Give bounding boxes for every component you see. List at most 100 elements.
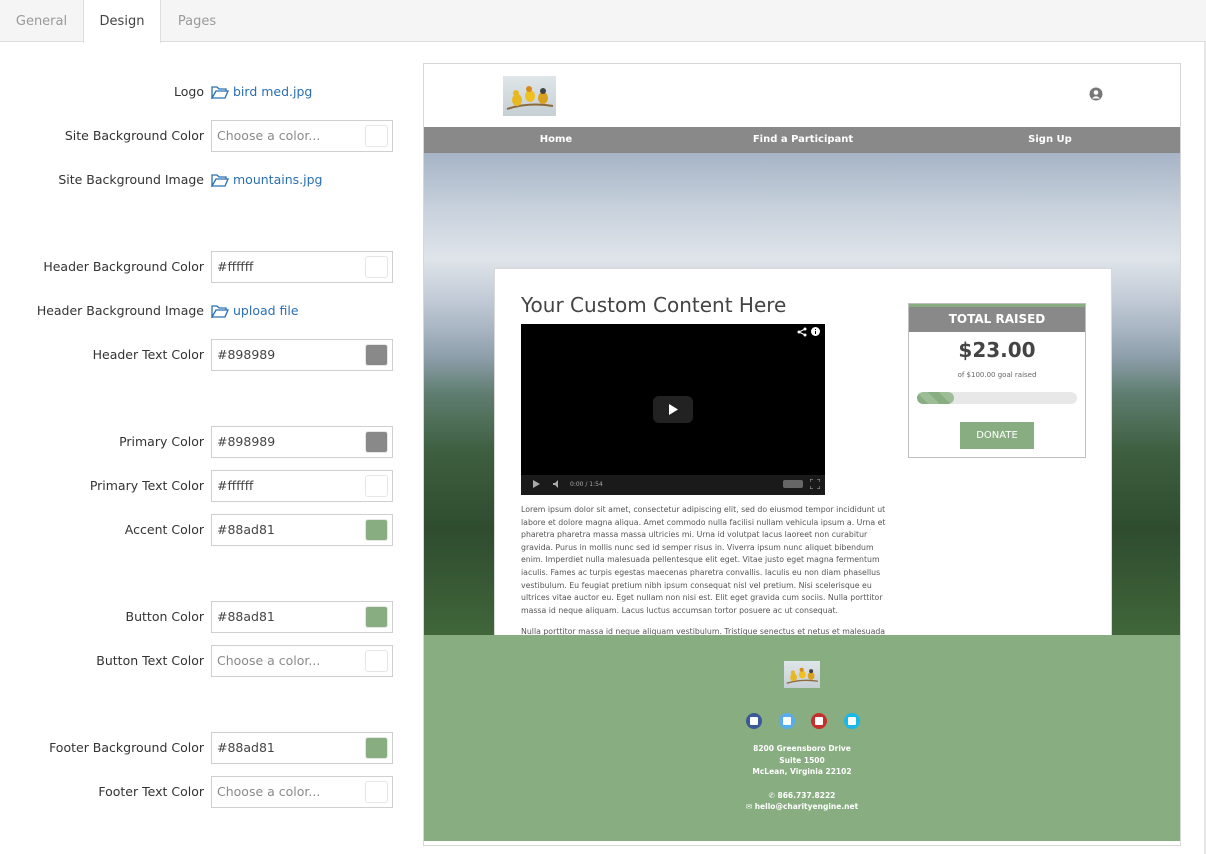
footer-email[interactable]: ✉ hello@charityengine.net	[424, 802, 1180, 811]
footer-address-line-2: Suite 1500	[779, 756, 825, 765]
tab-design[interactable]: Design	[83, 0, 161, 43]
vimeo-icon[interactable]	[844, 713, 860, 729]
user-account-icon[interactable]	[1089, 87, 1103, 101]
preview-header	[424, 64, 1180, 127]
donate-button[interactable]: DONATE	[960, 422, 1034, 449]
video-play-button[interactable]	[653, 396, 693, 423]
tab-general[interactable]: General	[0, 0, 83, 42]
folder-open-icon	[210, 86, 229, 101]
footer-text-color-label: Footer Text Color	[98, 784, 204, 799]
preview-footer: 8200 Greensboro Drive Suite 1500 McLean,…	[424, 635, 1180, 841]
header-text-color-label: Header Text Color	[92, 347, 204, 362]
footer-text-color-input[interactable]: Choose a color...	[211, 776, 393, 808]
logo-file-name[interactable]: bird med.jpg	[233, 84, 312, 99]
button-text-color-label: Button Text Color	[96, 653, 204, 668]
footer-logo	[784, 661, 820, 688]
accent-color-label: Accent Color	[124, 522, 204, 537]
footer-email-address[interactable]: hello@charityengine.net	[755, 802, 858, 811]
site-bg-color-label: Site Background Color	[64, 128, 204, 143]
share-icon[interactable]	[797, 327, 807, 337]
site-preview: Home Find a Participant Sign Up Your Cus…	[423, 63, 1181, 846]
header-text-color-swatch[interactable]	[365, 344, 388, 366]
primary-color-label: Primary Color	[119, 434, 204, 449]
upload-file-link[interactable]: upload file	[233, 303, 299, 318]
footer-text-color-swatch[interactable]	[365, 781, 388, 803]
button-color-label: Button Color	[125, 609, 204, 624]
button-text-color-swatch[interactable]	[365, 650, 388, 672]
primary-text-color-input[interactable]: #ffffff	[211, 470, 393, 502]
volume-icon[interactable]	[553, 480, 562, 488]
primary-color-swatch[interactable]	[365, 431, 388, 453]
button-color-input[interactable]: #88ad81	[211, 601, 393, 633]
preview-logo	[503, 76, 556, 116]
footer-bg-color-swatch[interactable]	[365, 737, 388, 759]
youtube-logo-icon[interactable]	[783, 480, 803, 488]
folder-open-icon	[210, 174, 229, 189]
preview-nav-sign-up[interactable]: Sign Up	[1028, 127, 1072, 153]
header-bg-color-input[interactable]: #ffffff	[211, 251, 393, 283]
tab-bar: General Design Pages	[0, 0, 1206, 43]
youtube-icon[interactable]	[811, 713, 827, 729]
button-text-color-placeholder: Choose a color...	[217, 653, 321, 668]
primary-text-color-value: #ffffff	[217, 478, 254, 493]
total-raised-widget: TOTAL RAISED $23.00 of $100.00 goal rais…	[908, 303, 1086, 458]
accent-color-input[interactable]: #88ad81	[211, 514, 393, 546]
raised-goal: of $100.00 goal raised	[957, 371, 1037, 379]
accent-color-value: #88ad81	[217, 522, 275, 537]
facebook-icon[interactable]	[746, 713, 762, 729]
primary-color-value: #898989	[217, 434, 276, 449]
logo-file-link[interactable]: bird med.jpg	[210, 76, 312, 108]
footer-bg-color-label: Footer Background Color	[49, 740, 204, 755]
header-text-color-input[interactable]: #898989	[211, 339, 393, 371]
header-bg-image-upload[interactable]: upload file	[210, 295, 299, 327]
video-time: 0:00 / 1:54	[570, 481, 603, 488]
fullscreen-icon[interactable]	[810, 479, 820, 489]
site-bg-image-name[interactable]: mountains.jpg	[233, 172, 322, 187]
button-text-color-input[interactable]: Choose a color...	[211, 645, 393, 677]
fundraising-progress-fill	[917, 392, 954, 404]
header-bg-color-label: Header Background Color	[43, 259, 204, 274]
tab-pages[interactable]: Pages	[161, 0, 233, 42]
site-bg-image-link[interactable]: mountains.jpg	[210, 164, 322, 196]
preview-nav: Home Find a Participant Sign Up	[424, 127, 1180, 153]
header-bg-color-swatch[interactable]	[365, 256, 388, 278]
site-bg-image-label: Site Background Image	[58, 172, 204, 187]
primary-text-color-label: Primary Text Color	[89, 478, 204, 493]
footer-address-line-1: 8200 Greensboro Drive	[753, 744, 851, 753]
video-controls: 0:00 / 1:54	[521, 475, 825, 495]
footer-text-color-placeholder: Choose a color...	[217, 784, 321, 799]
button-color-value: #88ad81	[217, 609, 275, 624]
primary-text-color-swatch[interactable]	[365, 475, 388, 497]
preview-paragraph-2: Nulla porttitor massa id neque aliquam v…	[521, 627, 886, 635]
envelope-icon: ✉	[745, 802, 755, 811]
preview-nav-find-participant[interactable]: Find a Participant	[753, 127, 853, 153]
header-bg-image-label: Header Background Image	[36, 303, 204, 318]
preview-hero-background: Your Custom Content Here 0:00 / 1:54 Lor…	[424, 153, 1180, 635]
primary-color-input[interactable]: #898989	[211, 426, 393, 458]
twitter-icon[interactable]	[779, 713, 795, 729]
play-icon	[669, 404, 678, 415]
logo-label: Logo	[174, 84, 204, 99]
header-text-color-value: #898989	[217, 347, 276, 362]
play-small-icon[interactable]	[533, 480, 540, 488]
site-bg-color-swatch[interactable]	[365, 125, 388, 147]
header-bg-color-value: #ffffff	[217, 259, 254, 274]
preview-content-card: Your Custom Content Here 0:00 / 1:54 Lor…	[494, 268, 1112, 635]
footer-phone[interactable]: ✆ 866.737.8222	[424, 791, 1180, 800]
footer-bg-color-input[interactable]: #88ad81	[211, 732, 393, 764]
preview-paragraph-1: Lorem ipsum dolor sit amet, consectetur …	[521, 505, 886, 615]
site-bg-color-input[interactable]: Choose a color...	[211, 120, 393, 152]
total-raised-title: TOTAL RAISED	[909, 304, 1085, 332]
preview-content-title: Your Custom Content Here	[521, 293, 787, 317]
info-icon[interactable]	[811, 327, 820, 336]
preview-video-player[interactable]: 0:00 / 1:54	[521, 324, 825, 495]
accent-color-swatch[interactable]	[365, 519, 388, 541]
footer-phone-number[interactable]: 866.737.8222	[778, 791, 836, 800]
footer-bg-color-value: #88ad81	[217, 740, 275, 755]
preview-nav-home[interactable]: Home	[540, 127, 572, 153]
folder-open-icon	[210, 305, 229, 320]
footer-address-line-3: McLean, Virginia 22102	[752, 767, 852, 776]
fundraising-progress-bar	[917, 392, 1077, 404]
button-color-swatch[interactable]	[365, 606, 388, 628]
raised-amount: $23.00	[958, 338, 1036, 362]
